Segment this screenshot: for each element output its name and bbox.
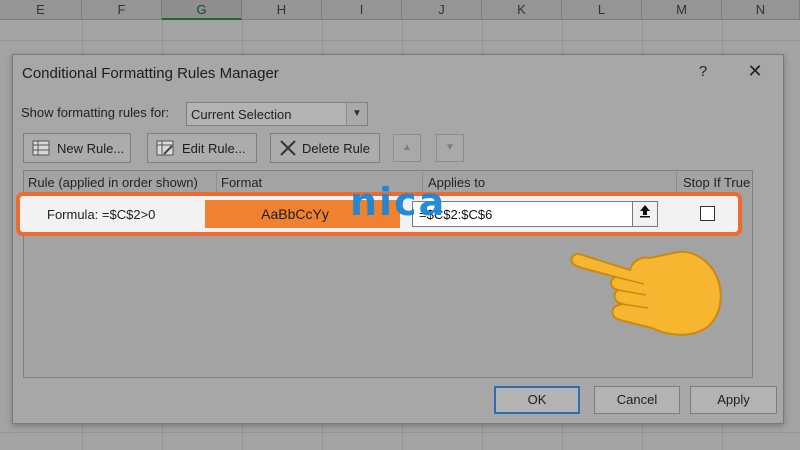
ok-button[interactable]: OK [494,386,580,414]
column-header-i[interactable]: I [322,0,402,20]
new-rule-label: New Rule... [57,141,125,156]
move-down-button[interactable]: ▼ [436,134,464,162]
move-up-button[interactable]: ▲ [393,134,421,162]
column-header-rule: Rule (applied in order shown) [28,175,198,190]
column-header-m[interactable]: M [642,0,722,20]
show-rules-label: Show formatting rules for: [21,105,170,120]
column-header-g[interactable]: G [162,0,242,20]
upload-arrow-icon [640,205,650,218]
column-header-h[interactable]: H [242,0,322,20]
column-header-j[interactable]: J [402,0,482,20]
column-header-f[interactable]: F [82,0,162,20]
arrow-up-icon: ▲ [402,142,412,153]
rule-description: Formula: =$C$2>0 [47,207,156,222]
rule-row[interactable]: Formula: =$C$2>0 AaBbCcYy =$C$2:$C$6 nic… [16,180,742,236]
column-header-format: Format [221,175,263,190]
grid-line [0,40,800,41]
show-rules-selected-value: Current Selection [191,107,292,122]
new-rule-icon [32,140,50,156]
stop-if-true-checkbox[interactable] [700,206,715,221]
column-header-l[interactable]: L [562,0,642,20]
edit-rule-label: Edit Rule... [182,141,246,156]
delete-rule-label: Delete Rule [302,141,370,156]
edit-rule-button[interactable]: Edit Rule... [147,133,257,163]
collapse-range-button[interactable] [632,201,658,227]
column-header-k[interactable]: K [482,0,562,20]
cancel-button[interactable]: Cancel [594,386,680,414]
pointing-hand-icon [570,250,722,336]
watermark-logo: nica [350,180,447,224]
column-header-stop-if-true: Stop If True [683,175,751,190]
dialog-title: Conditional Formatting Rules Manager [22,65,279,82]
close-button[interactable]: ✕ [743,61,767,83]
column-header-e[interactable]: E [0,0,82,20]
column-header-n[interactable]: N [722,0,800,20]
new-rule-button[interactable]: New Rule... [23,133,131,163]
header-divider [216,172,217,192]
grid-line [0,432,800,433]
arrow-down-icon: ▼ [445,142,455,153]
applies-to-input[interactable]: =$C$2:$C$6 [412,201,658,227]
apply-button[interactable]: Apply [690,386,777,414]
delete-rule-button[interactable]: Delete Rule [270,133,380,163]
show-rules-select[interactable]: Current Selection ▼ [186,102,368,126]
delete-x-icon [280,140,296,156]
help-button[interactable]: ? [693,63,713,83]
column-headers: E F G H I J K L M N [0,0,800,20]
edit-rule-icon [156,140,174,156]
header-divider [676,172,677,192]
chevron-down-icon[interactable]: ▼ [346,103,367,125]
